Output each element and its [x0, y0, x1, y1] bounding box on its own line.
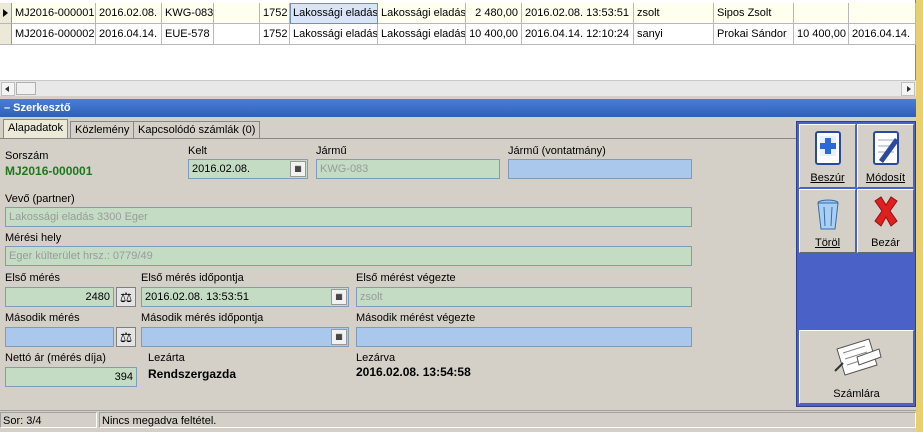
delete-label: Töröl	[814, 237, 841, 249]
lezarva-value: 2016.02.08. 13:54:58	[356, 365, 471, 379]
close-x-icon	[873, 196, 898, 227]
record-position: Sor: 3/4	[0, 412, 97, 428]
elso-meres-vegezte-label: Első mérést végezte	[356, 272, 456, 284]
table-row[interactable]: MJ2016-000001 2016.02.08. KWG-083 1752 Lakos…	[0, 3, 916, 24]
delete-button[interactable]: Töröl	[799, 189, 856, 253]
tab-alapadatok[interactable]: Alapadatok	[3, 119, 69, 139]
table-cell[interactable]: 2016.04.14.	[849, 24, 916, 45]
vevo-label: Vevő (partner)	[5, 193, 75, 205]
scroll-left-icon[interactable]	[1, 82, 15, 96]
table-cell[interactable]: 2016.04.14.	[96, 24, 162, 45]
table-cell[interactable]	[214, 24, 260, 45]
masodik-meres-label: Második mérés	[5, 312, 80, 324]
calendar-icon[interactable]: ▦	[331, 289, 347, 305]
lezarva-label: Lezárva	[356, 352, 396, 364]
status-bar: Sor: 3/4 Nincs megadva feltétel.	[0, 410, 916, 428]
insert-icon	[814, 131, 841, 165]
lezarta-value: Rendszergazda	[148, 367, 237, 381]
scroll-right-icon[interactable]	[901, 82, 915, 96]
insert-label: Beszúr	[810, 172, 845, 184]
table-cell[interactable]: Lakossági eladás	[290, 24, 378, 45]
elso-meres-idopont-label: Első mérés időpontja	[141, 272, 244, 284]
sorszam-label: Sorszám	[5, 150, 49, 162]
table-cell[interactable]: 10 400,00	[794, 24, 849, 45]
scroll-thumb[interactable]	[16, 82, 36, 95]
invoice-icon	[833, 338, 882, 376]
sorszam-value: MJ2016-000001	[5, 164, 93, 178]
tab-kapcsolodo-szamlak[interactable]: Kapcsolódó számlák (0)	[133, 121, 261, 138]
tab-kozlemeny[interactable]: Közlemény	[70, 121, 135, 138]
jarmu-vontatmany-field[interactable]	[508, 159, 692, 179]
trash-icon	[816, 199, 839, 230]
filter-status: Nincs megadva feltétel.	[99, 412, 916, 428]
masodik-meres-idopont-field[interactable]	[141, 327, 349, 347]
modify-label: Módosít	[865, 172, 906, 184]
table-row[interactable]: MJ2016-000002 2016.04.14. EUE-578 1752 Lakos…	[0, 24, 916, 45]
table-cell[interactable]: MJ2016-000001	[12, 3, 96, 24]
table-cell[interactable]: 2016.02.08. 13:53:51	[522, 3, 634, 24]
table-cell[interactable]	[849, 3, 916, 24]
current-row-indicator	[0, 3, 12, 24]
table-cell[interactable]: EUE-578	[162, 24, 214, 45]
meresi-hely-field[interactable]: Eger külterület hrsz.: 0779/49	[5, 246, 692, 266]
table-cell[interactable]	[794, 3, 849, 24]
records-grid[interactable]: MJ2016-000001 2016.02.08. KWG-083 1752 Lakos…	[0, 0, 916, 96]
kelt-label: Kelt	[188, 145, 207, 157]
masodik-meres-field[interactable]	[5, 327, 114, 347]
edit-pencil-icon	[872, 131, 899, 165]
window-edge	[916, 0, 923, 432]
table-cell[interactable]: Prokai Sándor	[714, 24, 794, 45]
elso-meres-label: Első mérés	[5, 272, 61, 284]
table-cell[interactable]: 1752	[260, 3, 290, 24]
table-cell[interactable]: Lakossági eladás	[378, 3, 466, 24]
netto-ar-label: Nettó ár (mérés díja)	[5, 352, 106, 364]
netto-ar-field[interactable]: 394	[5, 367, 137, 387]
table-cell[interactable]: 2016.04.14. 12:10:24	[522, 24, 634, 45]
horizontal-scrollbar[interactable]	[0, 80, 916, 96]
invoice-button[interactable]: Számlára	[799, 330, 914, 404]
modify-button[interactable]: Módosít	[857, 124, 914, 188]
elso-meres-vegezte-field[interactable]: zsolt	[356, 287, 692, 307]
table-cell[interactable]: 10 400,00	[466, 24, 522, 45]
table-cell[interactable]: KWG-083	[162, 3, 214, 24]
scale-icon[interactable]: ⚖	[116, 327, 136, 347]
masodik-meres-vegezte-field[interactable]	[356, 327, 692, 347]
invoice-label: Számlára	[833, 388, 880, 400]
meresi-hely-label: Mérési hely	[5, 232, 62, 244]
table-cell[interactable]: 2 480,00	[466, 3, 522, 24]
table-cell[interactable]: 1752	[260, 24, 290, 45]
table-cell[interactable]: 2016.02.08.	[96, 3, 162, 24]
vevo-field[interactable]: Lakossági eladás 3300 Eger	[5, 207, 692, 227]
elso-meres-idopont-field[interactable]: 2016.02.08. 13:53:51	[141, 287, 349, 307]
calendar-icon[interactable]: ▦	[331, 329, 347, 345]
table-cell[interactable]: MJ2016-000002	[12, 24, 96, 45]
lezarta-label: Lezárta	[148, 352, 185, 364]
row-indicator	[0, 24, 12, 45]
table-cell[interactable]: zsolt	[634, 3, 714, 24]
jarmu-label: Jármű	[316, 145, 347, 157]
masodik-meres-vegezte-label: Második mérést végezte	[356, 312, 476, 324]
close-label: Bezár	[871, 237, 900, 249]
table-cell[interactable]: sanyi	[634, 24, 714, 45]
close-button[interactable]: Bezár	[857, 189, 914, 253]
table-cell[interactable]: Sipos Zsolt	[714, 3, 794, 24]
jarmu-field[interactable]: KWG-083	[316, 159, 500, 179]
action-toolbar: Beszúr Módosít Töröl Bezár Számlára	[796, 121, 916, 407]
jarmu-vontatmany-label: Jármű (vontatmány)	[508, 145, 606, 157]
editor-panel-header[interactable]: – Szerkesztő	[0, 99, 916, 117]
insert-button[interactable]: Beszúr	[799, 124, 856, 188]
masodik-meres-idopont-label: Második mérés időpontja	[141, 312, 264, 324]
elso-meres-field[interactable]: 2480	[5, 287, 114, 307]
scale-icon[interactable]: ⚖	[116, 287, 136, 307]
table-cell[interactable]: Lakossági eladás	[378, 24, 466, 45]
calendar-icon[interactable]: ▦	[290, 161, 306, 177]
table-cell[interactable]: Lakossági eladás	[290, 3, 378, 24]
table-cell[interactable]	[214, 3, 260, 24]
